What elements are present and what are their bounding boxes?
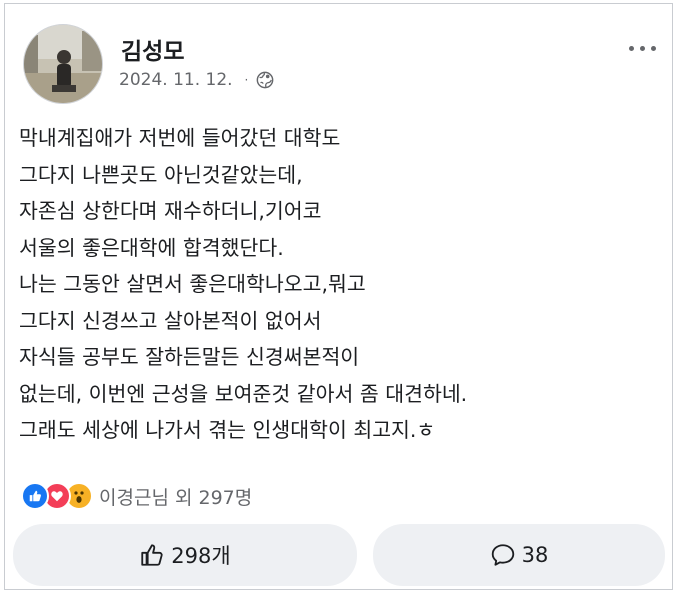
like-count: 298개 — [171, 544, 231, 568]
comment-icon — [491, 544, 514, 566]
like-reaction-icon — [21, 482, 49, 510]
post-text: 막내계집애가 저번에 들어갔던 대학도 그다지 나쁜곳도 아닌것같았는데, 자존… — [19, 120, 662, 449]
comment-button[interactable]: 38 — [373, 524, 665, 586]
post-text-line: 막내계집애가 저번에 들어갔던 대학도 — [19, 126, 341, 150]
avatar-photo — [24, 25, 102, 103]
post-card: 김성모 2024. 11. 12. · 막내계집애가 저번에 들어갔던 대학도 … — [4, 3, 673, 590]
author-name[interactable]: 김성모 — [121, 32, 184, 66]
like-button[interactable]: 298개 — [13, 524, 357, 586]
post-date[interactable]: 2024. 11. 12. — [119, 70, 233, 90]
reaction-summary-text: 이경근님 외 297명 — [99, 486, 253, 509]
reaction-summary[interactable]: 이경근님 외 297명 — [21, 482, 252, 510]
post-text-line: 자식들 공부도 잘하든말든 신경써본적이 — [19, 345, 360, 369]
post-text-line: 자존심 상한다며 재수하더니,기어코 — [19, 199, 322, 223]
more-options-icon[interactable] — [625, 42, 660, 55]
post-meta: 2024. 11. 12. · — [119, 70, 274, 90]
avatar[interactable] — [23, 24, 103, 104]
thumbs-up-icon — [141, 544, 163, 566]
post-text-line: 나는 그동안 살면서 좋은대학나오고,뭐고 — [19, 272, 366, 296]
post-text-line: 그다지 나쁜곳도 아닌것같았는데, — [19, 162, 303, 187]
comment-count: 38 — [521, 543, 549, 567]
post-text-line: 없는데, 이번엔 근성을 보여준것 같아서 좀 대견하네. — [19, 381, 468, 406]
post-text-line: 그다지 신경쓰고 살아본적이 없어서 — [19, 308, 322, 333]
post-text-line: 그래도 세상에 나가서 겪는 인생대학이 최고지.ㅎ — [19, 418, 436, 442]
reaction-icons — [21, 482, 93, 510]
post-text-line: 서울의 좋은대학에 합격했단다. — [19, 235, 284, 260]
meta-separator: · — [244, 73, 249, 87]
globe-icon[interactable] — [256, 71, 274, 89]
